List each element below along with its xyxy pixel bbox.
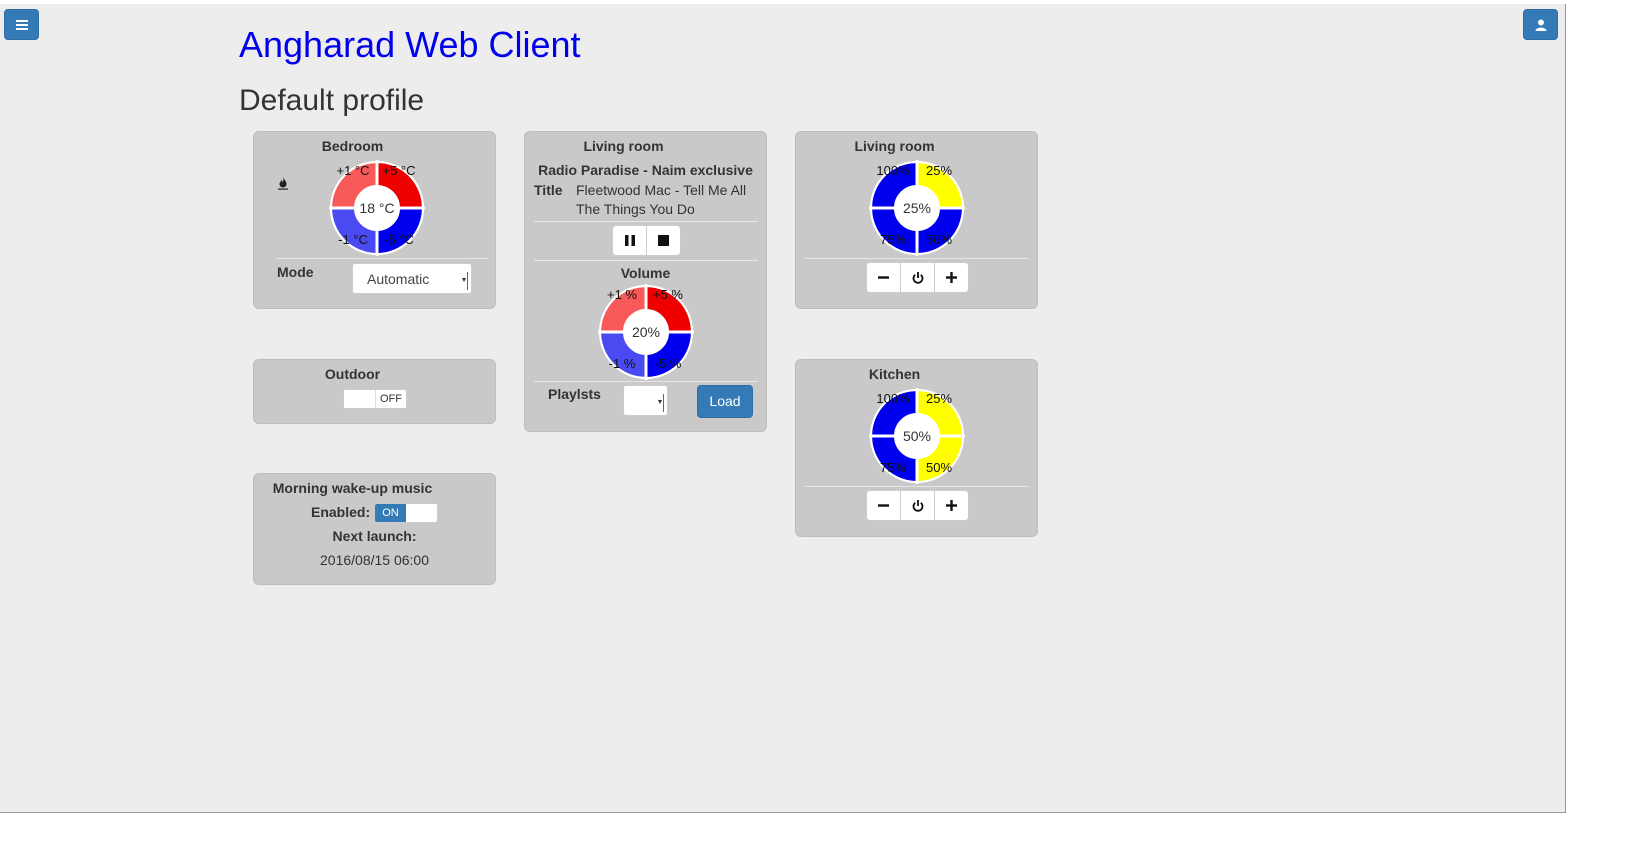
dial-label-br: 50% [926, 460, 952, 475]
load-button[interactable]: Load [697, 385, 753, 418]
wakeup-enabled-toggle[interactable]: ON [374, 503, 438, 523]
dial-label-bl: -1 °C [338, 232, 368, 247]
page-background: Angharad Web Client Default profile Bedr… [0, 4, 1566, 813]
dial-label-tr: 25% [926, 163, 952, 178]
dial-label-br: -5 % [655, 356, 682, 371]
playlists-label: Playlsts [548, 386, 601, 402]
dial-label-bl: 75% [880, 232, 906, 247]
dial-value: 20% [632, 324, 660, 340]
mode-select-value: Automatic [367, 271, 430, 287]
station-name: Radio Paradise - Naim exclusive [538, 162, 753, 178]
dial-label-tr: +5 % [653, 287, 683, 302]
dial-label-bl: 75% [880, 460, 906, 475]
outdoor-toggle[interactable]: OFF [343, 389, 407, 409]
track-title-line2: The Things You Do [576, 201, 695, 217]
temperature-dial[interactable]: +1 °C +5 °C -1 °C -5 °C 18 °C [329, 160, 425, 256]
toggle-state-label: ON [375, 504, 406, 522]
flame-icon [278, 177, 288, 190]
panel-title: Living room [854, 138, 935, 154]
plus-icon [946, 272, 957, 283]
menu-button[interactable] [4, 9, 39, 40]
outdoor-switch-panel: Outdoor OFF [253, 359, 496, 424]
dial-label-tl: 100% [876, 163, 910, 178]
dimmer-dial[interactable]: 100% 25% 75% 50% 25% [869, 160, 965, 256]
dimmer-power-button[interactable] [900, 262, 935, 293]
dial-graphic: +1 % +5 % -1 % -5 % 20% [598, 284, 694, 380]
mode-select[interactable]: Automatic [352, 263, 472, 294]
profile-title: Default profile [239, 84, 425, 117]
dimmer-decrease-button[interactable] [866, 490, 901, 521]
next-launch-value: 2016/08/15 06:00 [320, 552, 429, 568]
toggle-handle [406, 504, 437, 522]
dial-label-tl: 100% [876, 391, 910, 406]
track-title-line1: Fleetwood Mac - Tell Me All [576, 182, 747, 198]
panel-title: Kitchen [868, 366, 921, 382]
playlists-select[interactable] [623, 385, 668, 416]
power-icon [912, 499, 923, 512]
pause-button[interactable] [612, 225, 647, 256]
divider [276, 258, 488, 259]
dimmer-increase-button[interactable] [934, 262, 969, 293]
dial-graphic: +1 °C +5 °C -1 °C -5 °C 18 °C [329, 160, 425, 256]
toggle-state-label: OFF [376, 390, 406, 408]
hamburger-menu-icon [15, 19, 28, 30]
dimmer-decrease-button[interactable] [866, 262, 901, 293]
panel-title: Bedroom [321, 138, 384, 154]
divider [534, 260, 758, 261]
dial-label-br: -5 °C [384, 232, 414, 247]
stop-icon [658, 235, 669, 246]
media-player-panel: Living room Radio Paradise - Naim exclus… [524, 131, 767, 432]
bedroom-heater-panel: Bedroom +1 °C +5 °C -1 °C -5 °C 18 °C Mode A… [253, 131, 496, 309]
divider [534, 221, 758, 222]
dimmer-dial[interactable]: 100% 25% 75% 50% 50% [869, 388, 965, 484]
dial-label-tl: +1 % [607, 287, 637, 302]
mode-label: Mode [277, 264, 314, 280]
dial-graphic: 100% 25% 75% 50% 50% [869, 388, 965, 484]
chevron-down-icon [657, 394, 664, 412]
dimmer-power-button[interactable] [900, 490, 935, 521]
dial-value: 18 °C [359, 200, 394, 216]
dial-label-tr: 25% [926, 391, 952, 406]
toggle-handle [344, 390, 376, 408]
pause-icon [624, 235, 635, 246]
app-title: Angharad Web Client [239, 24, 581, 65]
enabled-label: Enabled: [311, 504, 371, 520]
minus-icon [878, 276, 889, 279]
divider [534, 381, 758, 382]
dial-label-tl: +1 °C [336, 163, 369, 178]
wakeup-panel: Morning wake-up music Enabled: ON Next l… [253, 473, 496, 585]
divider [805, 486, 1029, 487]
panel-title: Living room [583, 138, 664, 154]
stop-button[interactable] [646, 225, 681, 256]
user-button[interactable] [1523, 9, 1558, 40]
dial-graphic: 100% 25% 75% 50% 25% [869, 160, 965, 256]
dial-value: 50% [903, 428, 931, 444]
dial-value: 25% [903, 200, 931, 216]
next-launch-label: Next launch: [332, 528, 417, 544]
kitchen-dimmer-panel: Kitchen 100% 25% 75% 50% 50% [795, 359, 1038, 537]
living-room-dimmer-panel: Living room 100% 25% 75% 50% 25% [795, 131, 1038, 309]
dimmer-increase-button[interactable] [934, 490, 969, 521]
panel-title: Morning wake-up music [272, 480, 433, 496]
minus-icon [878, 504, 889, 507]
volume-dial[interactable]: +1 % +5 % -1 % -5 % 20% [598, 284, 694, 380]
dial-label-tr: +5 °C [382, 163, 415, 178]
track-title-label: Title [534, 182, 563, 198]
volume-label: Volume [620, 265, 671, 281]
dial-label-bl: -1 % [609, 356, 636, 371]
divider [805, 258, 1029, 259]
chevron-down-icon [461, 272, 468, 290]
plus-icon [946, 500, 957, 511]
user-icon [1535, 19, 1546, 31]
panel-title: Outdoor [324, 366, 381, 382]
power-icon [912, 271, 923, 284]
dial-label-br: 50% [926, 232, 952, 247]
